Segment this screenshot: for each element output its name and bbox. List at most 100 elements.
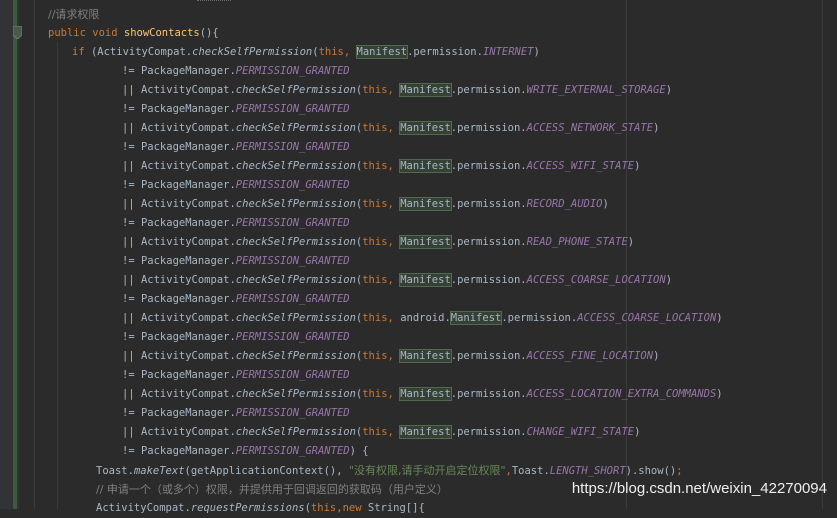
- code-editor[interactable]: //请求权限 public void showContacts(){if (Act…: [0, 0, 837, 514]
- code-token: != PackageManager.: [122, 141, 236, 153]
- code-token: ): [716, 312, 723, 324]
- code-line[interactable]: != PackageManager.PERMISSION_GRANTED: [122, 404, 350, 423]
- code-line[interactable]: != PackageManager.PERMISSION_GRANTED: [122, 100, 350, 119]
- code-token: != PackageManager.: [122, 217, 236, 229]
- code-token: .permission.: [450, 160, 527, 172]
- code-token: Toast.: [511, 465, 550, 477]
- highlighted-token: Manifest: [399, 83, 452, 97]
- code-token: void: [92, 27, 124, 39]
- code-token: ACCESS_COARSE_LOCATION: [577, 312, 717, 324]
- code-token: != PackageManager.: [122, 293, 236, 305]
- code-token: ): [533, 46, 540, 58]
- code-token: || ActivityCompat.: [122, 274, 236, 286]
- code-token: != PackageManager.: [122, 331, 236, 343]
- code-token: checkSelfPermission: [192, 46, 313, 58]
- code-token: ): [665, 274, 673, 286]
- code-token: ,: [387, 236, 401, 248]
- code-token: checkSelfPermission: [235, 198, 356, 210]
- code-token: != PackageManager.: [122, 255, 236, 267]
- code-line[interactable]: // 申请一个（或多个）权限，并提供用于回调返回的获取码（用户定义）: [96, 480, 448, 499]
- code-token: != PackageManager.: [122, 103, 236, 115]
- code-token: ) {: [349, 445, 369, 457]
- code-line[interactable]: != PackageManager.PERMISSION_GRANTED: [122, 252, 350, 271]
- code-token: .permission.: [450, 274, 527, 286]
- highlighted-token: Manifest: [399, 273, 452, 287]
- code-line[interactable]: != PackageManager.PERMISSION_GRANTED: [122, 138, 350, 157]
- code-token: PERMISSION_GRANTED: [235, 293, 350, 305]
- code-token: "没有权限,请手动开启定位权限": [348, 464, 506, 477]
- code-token: .permission.: [450, 84, 527, 96]
- code-line[interactable]: || ActivityCompat.checkSelfPermission(th…: [122, 385, 723, 404]
- code-token: ,: [387, 122, 401, 134]
- highlighted-token: Manifest: [399, 235, 452, 249]
- code-line[interactable]: if (ActivityCompat.checkSelfPermission(t…: [72, 43, 540, 62]
- code-token: ,: [387, 350, 401, 362]
- code-line[interactable]: || ActivityCompat.checkSelfPermission(th…: [122, 81, 672, 100]
- code-token: ,: [387, 198, 401, 210]
- code-line[interactable]: != PackageManager.PERMISSION_GRANTED) {: [122, 442, 369, 461]
- code-line[interactable]: || ActivityCompat.checkSelfPermission(th…: [122, 347, 659, 366]
- code-token: checkSelfPermission: [235, 350, 356, 362]
- code-line[interactable]: != PackageManager.PERMISSION_GRANTED: [122, 62, 350, 81]
- highlighted-token: Manifest: [399, 159, 452, 173]
- code-token: if: [72, 46, 91, 58]
- code-token: ): [634, 160, 641, 172]
- code-token: checkSelfPermission: [235, 274, 356, 286]
- code-token: ): [602, 198, 609, 210]
- code-token: checkSelfPermission: [235, 426, 356, 438]
- code-line[interactable]: || ActivityCompat.checkSelfPermission(th…: [122, 423, 640, 442]
- code-token: this: [362, 122, 388, 134]
- code-token: this: [362, 426, 388, 438]
- code-token: .permission.: [450, 122, 527, 134]
- code-line[interactable]: || ActivityCompat.checkSelfPermission(th…: [122, 157, 640, 176]
- code-token: PERMISSION_GRANTED: [235, 255, 350, 267]
- highlighted-token: Manifest: [399, 425, 452, 439]
- code-line[interactable]: //请求权限: [48, 5, 99, 24]
- code-line[interactable]: != PackageManager.PERMISSION_GRANTED: [122, 214, 350, 233]
- code-line[interactable]: != PackageManager.PERMISSION_GRANTED: [122, 328, 350, 347]
- highlighted-token: Manifest: [399, 387, 452, 401]
- code-token: ): [716, 388, 723, 400]
- code-line[interactable]: || ActivityCompat.checkSelfPermission(th…: [122, 119, 659, 138]
- code-token: checkSelfPermission: [235, 236, 356, 248]
- code-token: ): [627, 236, 635, 248]
- code-token: ACCESS_WIFI_STATE: [526, 160, 635, 172]
- code-token: || ActivityCompat.: [122, 312, 236, 324]
- code-token: PERMISSION_GRANTED: [235, 217, 350, 229]
- code-line[interactable]: != PackageManager.PERMISSION_GRANTED: [122, 290, 350, 309]
- code-line[interactable]: != PackageManager.PERMISSION_GRANTED: [122, 176, 350, 195]
- code-token: PERMISSION_GRANTED: [235, 369, 350, 381]
- code-token: || ActivityCompat.: [122, 426, 236, 438]
- code-token: this: [318, 46, 344, 58]
- code-token: != PackageManager.: [122, 65, 236, 77]
- code-line[interactable]: || ActivityCompat.checkSelfPermission(th…: [122, 233, 634, 252]
- code-token: LENGTH_SHORT: [549, 465, 626, 477]
- code-line[interactable]: || ActivityCompat.checkSelfPermission(th…: [122, 195, 609, 214]
- code-token: != PackageManager.: [122, 179, 236, 191]
- code-token: new: [342, 502, 368, 514]
- code-token: this: [362, 274, 388, 286]
- code-token: PERMISSION_GRANTED: [235, 103, 350, 115]
- highlighted-token: Manifest: [399, 349, 452, 363]
- code-token: ;: [676, 465, 683, 477]
- code-line[interactable]: Toast.makeText(getApplicationContext(), …: [96, 461, 683, 480]
- code-token: PERMISSION_GRANTED: [235, 179, 350, 191]
- code-token: .permission.: [407, 46, 483, 58]
- code-line[interactable]: || ActivityCompat.checkSelfPermission(th…: [122, 271, 672, 290]
- code-token: ACCESS_LOCATION_EXTRA_COMMANDS: [526, 388, 717, 400]
- code-token: || ActivityCompat.: [122, 84, 236, 96]
- code-token: android.: [400, 312, 451, 324]
- code-token: checkSelfPermission: [235, 122, 356, 134]
- code-token: this: [310, 502, 337, 514]
- code-token: public: [48, 27, 93, 39]
- code-token: READ_PHONE_STATE: [526, 236, 628, 248]
- code-token: ): [634, 426, 641, 438]
- code-token: this: [362, 350, 388, 362]
- code-token: // 申请一个（或多个）权限，并提供用于回调返回的获取码（用户定义）: [96, 483, 448, 496]
- watermark: https://blog.csdn.net/weixin_42270094: [571, 480, 827, 497]
- code-token: .permission.: [450, 426, 527, 438]
- code-token: checkSelfPermission: [235, 160, 356, 172]
- code-line[interactable]: != PackageManager.PERMISSION_GRANTED: [122, 366, 350, 385]
- code-line[interactable]: public void showContacts(){: [48, 24, 219, 43]
- code-line[interactable]: || ActivityCompat.checkSelfPermission(th…: [122, 309, 723, 328]
